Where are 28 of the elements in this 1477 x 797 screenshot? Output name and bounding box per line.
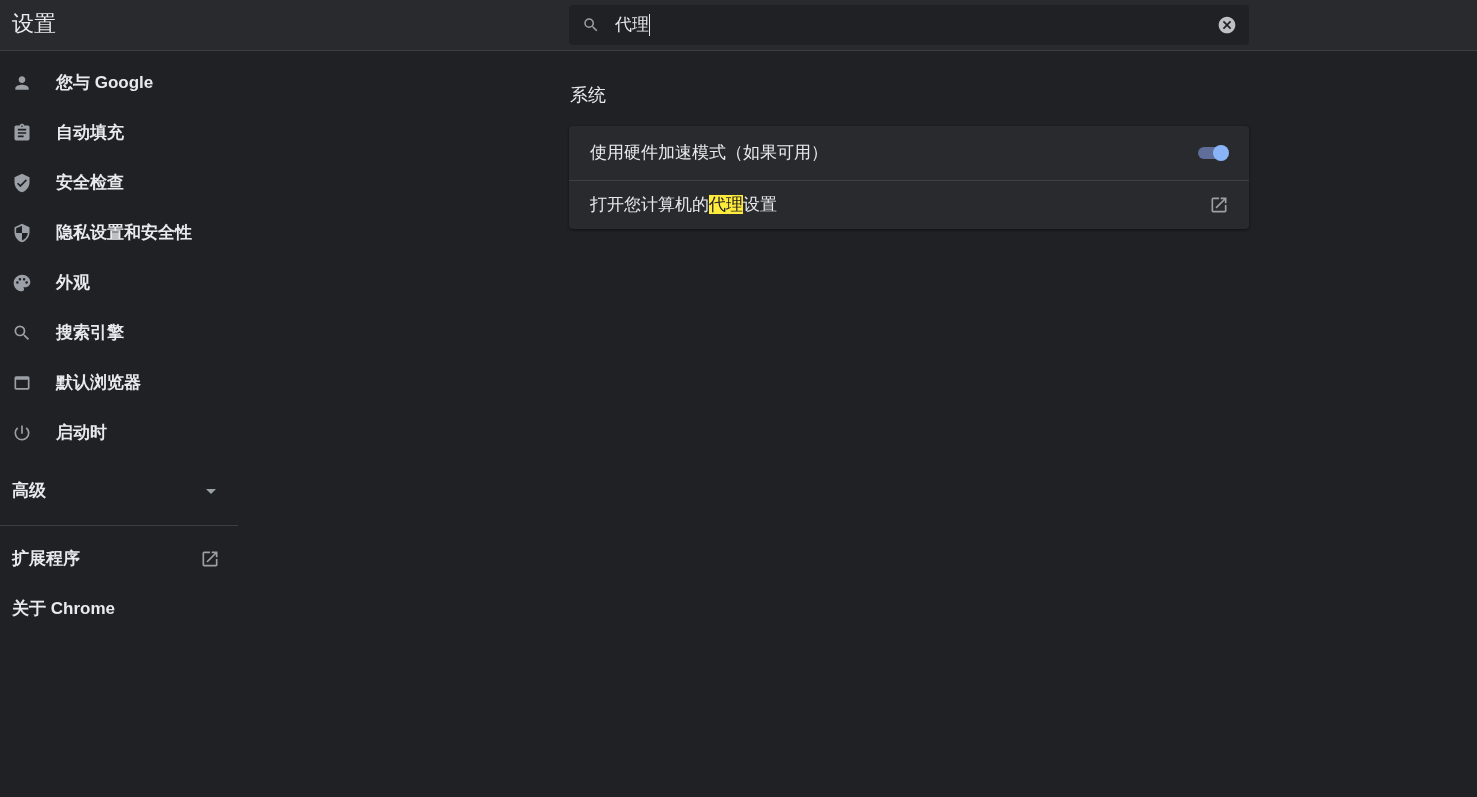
sidebar-link[interactable]: 自动填充 <box>56 120 124 146</box>
search-field[interactable]: 代理 <box>569 5 1249 45</box>
power-icon <box>12 423 32 443</box>
search-icon <box>582 16 600 34</box>
sidebar-link[interactable]: 您与 Google <box>56 70 154 96</box>
text-cursor <box>649 14 650 36</box>
sidebar-link[interactable]: 默认浏览器 <box>56 370 141 396</box>
close-icon[interactable] <box>1217 15 1237 35</box>
sidebar-link[interactable]: 搜索引擎 <box>56 320 124 346</box>
page-title: 设置 <box>12 10 56 36</box>
browser-window-icon <box>12 373 32 393</box>
palette-icon <box>12 273 32 293</box>
external-link-icon[interactable] <box>1209 195 1229 215</box>
sidebar-link[interactable]: 安全检查 <box>56 170 124 196</box>
toggle-switch[interactable] <box>1198 145 1229 161</box>
setting-label: 使用硬件加速模式（如果可用） <box>590 142 828 165</box>
shield-icon <box>12 223 32 243</box>
section-title: 系统 <box>569 84 607 107</box>
clipboard-icon <box>12 123 32 143</box>
sidebar-link[interactable]: 外观 <box>56 270 90 296</box>
sidebar-link[interactable]: 启动时 <box>56 420 107 446</box>
search-icon <box>12 323 32 343</box>
shield-check-icon <box>12 173 32 193</box>
setting-link[interactable]: 打开您计算机的代理设置 <box>590 192 777 218</box>
sidebar-link[interactable]: 隐私设置和安全性 <box>56 220 192 246</box>
sidebar-link[interactable]: 扩展程序 <box>12 546 80 572</box>
sidebar-link[interactable]: 关于 Chrome <box>12 596 115 622</box>
sidebar-link[interactable]: 高级 <box>12 478 46 504</box>
